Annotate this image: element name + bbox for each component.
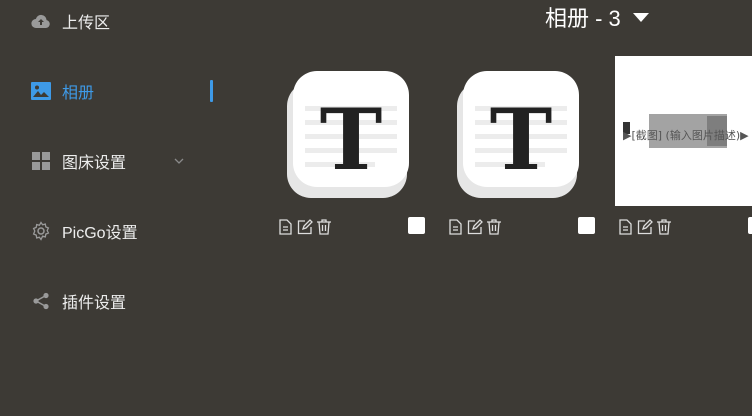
sidebar-item-label: PicGo设置	[62, 225, 138, 242]
image-icon	[31, 81, 51, 101]
copy-link-icon[interactable]	[276, 218, 295, 237]
delete-icon[interactable]	[314, 218, 333, 237]
typora-app-icon: T	[287, 71, 409, 198]
album-title-dropdown[interactable]: 相册 - 3	[545, 3, 649, 31]
copy-link-icon[interactable]	[446, 218, 465, 237]
sidebar-item-label: 插件设置	[62, 295, 127, 312]
share-icon	[31, 291, 51, 311]
select-checkbox[interactable]	[578, 217, 595, 234]
sidebar-item-picbed-settings[interactable]: 图床设置	[0, 141, 232, 181]
gallery-thumbnail[interactable]: ▶[截图] (输入图片描述)▶	[615, 56, 752, 206]
sidebar-item-label: 相册	[62, 85, 95, 102]
album-title: 相册 - 3	[545, 6, 621, 31]
chevron-down-icon	[174, 158, 184, 164]
image-caption: ▶[截图] (输入图片描述)▶	[623, 128, 749, 142]
sidebar: 上传区 相册 图床设置 PicGo设置 插件设置	[0, 0, 232, 416]
caret-down-icon	[632, 12, 649, 22]
gallery-thumbnail[interactable]: T	[445, 56, 605, 206]
typora-glyph: T	[320, 90, 383, 189]
select-checkbox[interactable]	[748, 217, 752, 234]
gear-icon	[31, 221, 51, 241]
sidebar-item-label: 图床设置	[62, 155, 127, 172]
typora-glyph: T	[490, 90, 553, 189]
screenshot-image: ▶[截图] (输入图片描述)▶	[615, 56, 752, 206]
select-checkbox[interactable]	[408, 217, 425, 234]
delete-icon[interactable]	[484, 218, 503, 237]
sidebar-item-picgo-settings[interactable]: PicGo设置	[0, 211, 232, 251]
active-indicator	[210, 80, 213, 102]
edit-icon[interactable]	[295, 218, 314, 237]
copy-link-icon[interactable]	[616, 218, 635, 237]
typora-app-icon: T	[457, 71, 579, 198]
item-toolbar	[446, 216, 503, 238]
delete-icon[interactable]	[654, 218, 673, 237]
item-toolbar	[276, 216, 333, 238]
grid-icon	[31, 151, 51, 171]
sidebar-item-label: 上传区	[62, 15, 111, 32]
gallery-thumbnail[interactable]: T	[275, 56, 435, 206]
item-toolbar	[616, 216, 673, 238]
sidebar-item-album[interactable]: 相册	[0, 71, 232, 111]
edit-icon[interactable]	[465, 218, 484, 237]
cloud-upload-icon	[31, 11, 51, 31]
sidebar-item-upload[interactable]: 上传区	[0, 1, 232, 41]
edit-icon[interactable]	[635, 218, 654, 237]
sidebar-item-plugin-settings[interactable]: 插件设置	[0, 281, 232, 321]
